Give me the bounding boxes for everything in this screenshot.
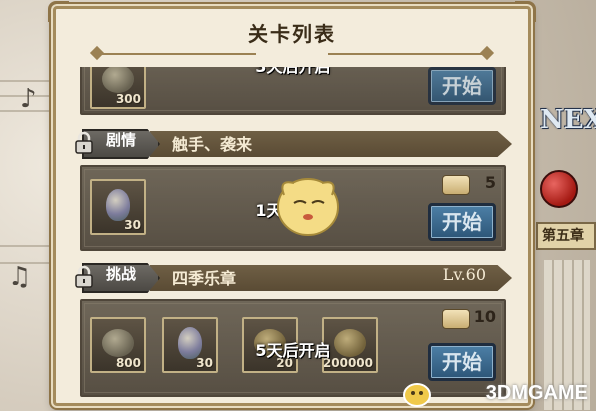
music-note-icon: ♫ (8, 262, 32, 292)
next-chapter-orb-icon (540, 170, 578, 208)
stage-banner: 剧情 触手、袭来 (72, 129, 512, 159)
stage-list[interactable]: 300 3天后开启 开始 剧情 触手、袭来 30 1天后开启 (72, 67, 512, 399)
panel-title: 关卡列表 (248, 22, 336, 46)
reward-count: 300 (115, 92, 141, 106)
stage-banner: 挑战 四季乐章 Lv.60 (72, 263, 512, 293)
stage-list-panel: 关卡列表 300 3天后开启 开始 剧情 触手、袭来 (48, 1, 536, 406)
start-button[interactable]: 开始 (428, 343, 496, 381)
stage-level: Lv.60 (442, 265, 486, 284)
next-chapter-label: NEXT (540, 105, 596, 135)
stamina-cost: 10 (473, 307, 496, 326)
stage-card: 300 3天后开启 开始 (80, 67, 506, 115)
stage-type-label: 剧情 (106, 131, 137, 149)
stage-name: 四季乐章 (172, 269, 237, 288)
stage-name: 触手、袭来 (172, 135, 253, 154)
lock-icon (75, 265, 93, 288)
watermark-logo-icon (403, 383, 431, 407)
mascot-character-icon (277, 178, 339, 236)
stage-card: 800 30 20 200000 5天后开启 10 开始 (80, 299, 506, 397)
chapter-label: 第五章 (536, 222, 596, 250)
stamina-bread-icon (442, 175, 470, 195)
lock-icon (75, 131, 93, 154)
music-note-icon: ♪ (20, 84, 37, 114)
start-button[interactable]: 开始 (428, 67, 496, 105)
stamina-bread-icon (442, 309, 470, 329)
title-flourish (328, 53, 488, 55)
title-flourish (96, 53, 256, 55)
stage-type-label: 挑战 (106, 265, 137, 283)
stamina-cost: 5 (484, 173, 496, 192)
start-button[interactable]: 开始 (428, 203, 496, 241)
watermark: 3DMGAME (485, 382, 588, 404)
